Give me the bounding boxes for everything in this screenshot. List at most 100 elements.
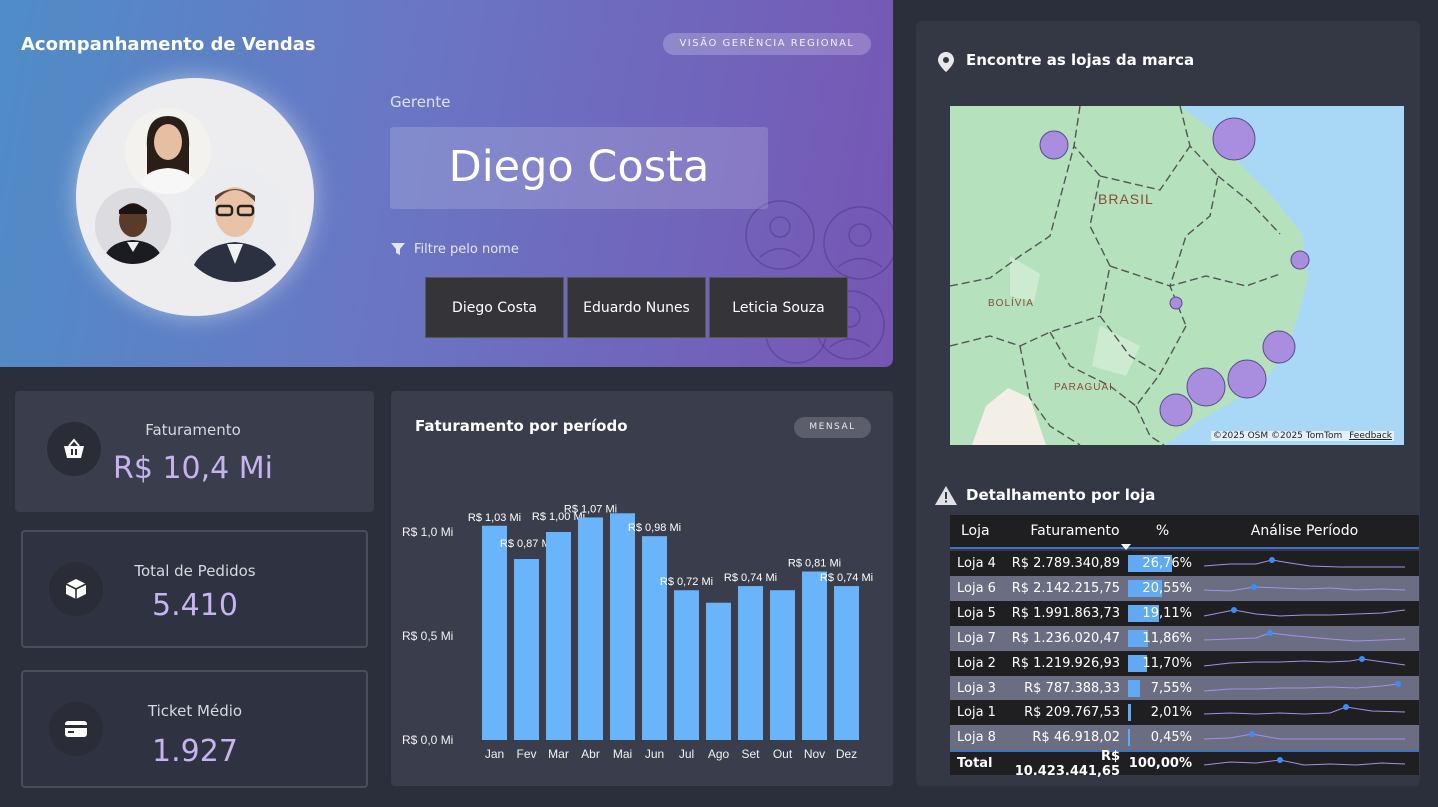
sparkline xyxy=(1203,629,1406,642)
table-row[interactable]: Loja 5 R$ 1.991.863,73 19,11% xyxy=(950,600,1419,626)
cell-faturamento: R$ 209.767,53 xyxy=(1024,705,1120,721)
map-label-paraguai: PARAGUAI xyxy=(1054,382,1113,393)
sparkline xyxy=(1203,731,1405,740)
y-tick-label: R$ 0,0 Mi xyxy=(402,733,453,747)
y-tick-label: R$ 0,5 Mi xyxy=(402,629,453,643)
cell-pct: 11,86% xyxy=(1125,628,1200,649)
x-tick-label: Set xyxy=(741,747,760,761)
bar-mai[interactable] xyxy=(610,513,635,740)
cell-loja: Loja 4 xyxy=(957,556,996,571)
data-label: R$ 0,72 Mi xyxy=(660,576,713,588)
bar-jul[interactable] xyxy=(674,590,699,740)
bar-set[interactable] xyxy=(738,586,763,740)
bar-mar[interactable] xyxy=(546,532,571,740)
col-faturamento[interactable]: Faturamento xyxy=(1000,523,1125,539)
cell-loja: Loja 2 xyxy=(957,655,996,671)
avatar-man-2 xyxy=(177,166,293,282)
map-title: Encontre as lojas da marca xyxy=(966,51,1195,69)
table-row[interactable]: Loja 4 R$ 2.789.340,89 26,76% xyxy=(950,551,1419,576)
x-tick-label: Dez xyxy=(836,747,857,761)
bar-abr[interactable] xyxy=(578,517,603,740)
cell-pct: 2,01% xyxy=(1125,702,1200,723)
kpi-value: 1.927 xyxy=(152,734,238,769)
x-tick-label: Out xyxy=(773,747,793,761)
bar-dez[interactable] xyxy=(834,586,859,740)
cell-pct-text: 0,45% xyxy=(1150,730,1192,746)
bar-chart-panel: Faturamento por período MENSAL R$ 1,0 Mi… xyxy=(391,391,893,786)
x-tick-label: Mar xyxy=(548,747,569,761)
bar-nov[interactable] xyxy=(802,571,827,740)
pct-databar xyxy=(1128,679,1141,697)
bar-out[interactable] xyxy=(770,590,795,740)
x-tick-label: Mai xyxy=(613,747,632,761)
bar-ago[interactable] xyxy=(706,602,731,740)
cell-loja: Loja 3 xyxy=(957,680,996,696)
kpi-pedidos: Total de Pedidos 5.410 xyxy=(21,530,368,648)
manager-button-eduardo[interactable]: Eduardo Nunes xyxy=(567,277,706,338)
x-tick-label: Jan xyxy=(485,747,504,761)
x-tick-label: Ago xyxy=(708,747,730,761)
col-analise[interactable]: Análise Período xyxy=(1200,523,1409,539)
cell-pct: 7,55% xyxy=(1125,678,1200,699)
bar-jun[interactable] xyxy=(642,536,667,740)
kpi-faturamento: Faturamento R$ 10,4 Mi xyxy=(15,391,374,512)
col-pct-label: % xyxy=(1155,523,1170,539)
col-pct[interactable]: % xyxy=(1121,523,1200,550)
x-tick-label: Jun xyxy=(645,747,664,761)
pct-databar xyxy=(1128,704,1132,722)
sparkline xyxy=(1203,583,1406,592)
cell-loja: Loja 1 xyxy=(957,705,996,721)
cell-pct-text: 11,70% xyxy=(1142,655,1192,671)
sparkline xyxy=(1203,680,1401,691)
kpi-ticket: Ticket Médio 1.927 xyxy=(21,670,368,788)
table-total-row: Total R$ 10.423.441,65 100,00% xyxy=(950,749,1419,779)
x-tick-label: Abr xyxy=(581,747,600,761)
kpi-label: Total de Pedidos xyxy=(134,562,256,580)
cell-pct-text: 19,11% xyxy=(1142,605,1192,621)
selected-manager-name: Diego Costa xyxy=(390,127,768,209)
avatar-man-1 xyxy=(95,188,171,264)
cell-pct-text: 11,86% xyxy=(1142,630,1192,646)
table-row[interactable]: Loja 6 R$ 2.142.215,75 20,55% xyxy=(950,575,1419,601)
table-row[interactable]: Loja 1 R$ 209.767,53 2,01% xyxy=(950,700,1419,726)
info-icon xyxy=(935,486,957,505)
table-row[interactable]: Loja 3 R$ 787.388,33 7,55% xyxy=(950,675,1419,701)
cell-faturamento: R$ 787.388,33 xyxy=(1024,680,1120,696)
cell-faturamento: R$ 2.142.215,75 xyxy=(1011,580,1120,596)
bar-fev[interactable] xyxy=(514,559,539,740)
total-sparkline xyxy=(1203,757,1406,766)
x-tick-label: Fev xyxy=(516,747,536,761)
feedback-link[interactable]: Feedback xyxy=(1349,431,1392,441)
sparkline xyxy=(1203,655,1406,667)
bar-jan[interactable] xyxy=(482,525,507,740)
table-row[interactable]: Loja 8 R$ 46.918,02 0,45% xyxy=(950,725,1419,751)
cell-pct: 20,55% xyxy=(1125,578,1200,599)
kpi-label: Faturamento xyxy=(145,421,241,439)
kpi-label: Ticket Médio xyxy=(147,702,243,720)
pct-databar xyxy=(1128,729,1130,747)
manager-button-diego[interactable]: Diego Costa xyxy=(425,277,564,338)
map-pin-icon xyxy=(938,52,954,72)
sort-desc-icon xyxy=(1121,544,1131,550)
sparkline xyxy=(1203,606,1406,617)
map-attribution: ©2025 OSM ©2025 TomTom Feedback xyxy=(1210,431,1394,441)
col-loja[interactable]: Loja xyxy=(950,523,1000,539)
cell-pct: 26,76% xyxy=(1125,553,1200,574)
cell-faturamento: R$ 1.991.863,73 xyxy=(1011,605,1120,621)
x-tick-label: Jul xyxy=(679,747,694,761)
stores-map[interactable]: BRASIL BOLÍVIA PARAGUAI ©2025 OSM ©2025 … xyxy=(950,106,1404,445)
kpi-value: R$ 10,4 Mi xyxy=(112,451,274,486)
data-label: R$ 1,03 Mi xyxy=(468,512,521,524)
total-label: Total xyxy=(957,756,993,771)
table-header: Loja Faturamento % Análise Período xyxy=(950,515,1419,550)
cell-pct-text: 7,55% xyxy=(1150,680,1192,696)
cell-loja: Loja 7 xyxy=(957,630,996,646)
filter-icon xyxy=(391,243,405,255)
map-label-bolivia: BOLÍVIA xyxy=(988,296,1034,309)
table-row[interactable]: Loja 7 R$ 1.236.020,47 11,86% xyxy=(950,625,1419,651)
manager-button-leticia[interactable]: Leticia Souza xyxy=(709,277,848,338)
sparkline xyxy=(1203,704,1406,715)
cell-pct: 11,70% xyxy=(1125,653,1200,674)
team-photo xyxy=(76,78,314,316)
table-row[interactable]: Loja 2 R$ 1.219.926,93 11,70% xyxy=(950,650,1419,676)
